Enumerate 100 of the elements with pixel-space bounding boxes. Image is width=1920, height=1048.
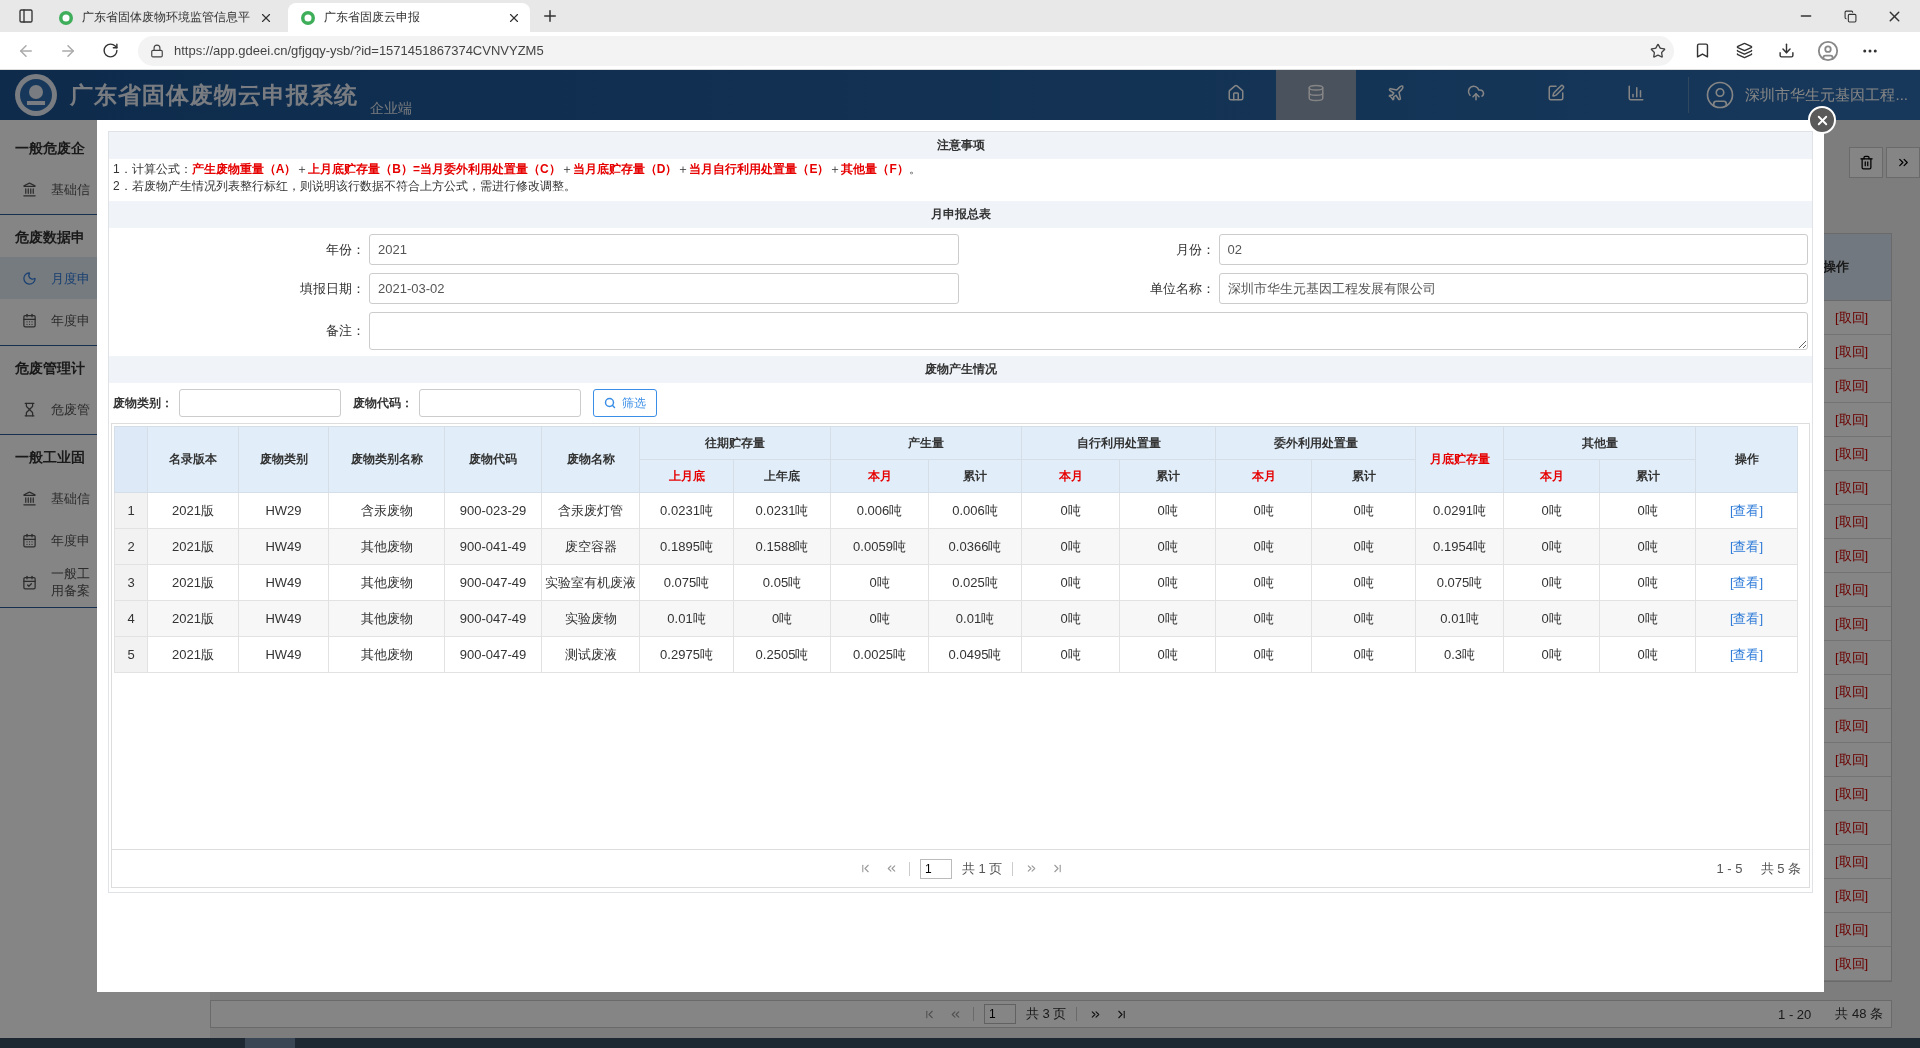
table-cell: 0.01吨 xyxy=(1415,600,1504,637)
table-cell: 900-047-49 xyxy=(444,564,542,601)
column-header: 本月 xyxy=(830,459,929,493)
table-cell: 0吨 xyxy=(1503,600,1600,637)
table-cell: 测试废液 xyxy=(541,636,640,673)
field-label: 填报日期： xyxy=(299,279,365,298)
column-header: 累计 xyxy=(1311,459,1416,493)
sidebar-group-title: 危废管理计 xyxy=(14,359,86,378)
table-cell: 实验室有机废液 xyxy=(541,564,640,601)
filter-label: 废物类别： xyxy=(113,394,173,412)
table-cell: 0吨 xyxy=(1311,600,1416,637)
column-header: 上年底 xyxy=(733,459,831,493)
note-text: 1．计算公式：产生废物重量（A）＋上月底贮存量（B）=当月委外利用处置量（C）＋当月底贮存量（D）＋当月自行利用处置量（E）＋其他量（F）。 xyxy=(112,161,922,178)
table-cell: 0吨 xyxy=(1021,492,1120,529)
table-cell: 0吨 xyxy=(1215,600,1312,637)
page-count: 共 1 页 xyxy=(962,859,1003,878)
column-group-header: 自行利用处置量 xyxy=(1021,426,1216,460)
record-range: 1 - 20 xyxy=(1778,1006,1813,1022)
table-cell: 0吨 xyxy=(1119,564,1216,601)
table-cell: 0吨 xyxy=(1021,636,1120,673)
table-cell: 其他废物 xyxy=(328,600,445,637)
row-number: 4 xyxy=(114,600,148,637)
field-label: 备注： xyxy=(325,322,365,340)
sidebar-group-title: 一般危废企 xyxy=(14,139,86,158)
table-cell: 900-023-29 xyxy=(444,492,542,529)
column-header: 本月 xyxy=(1503,459,1600,493)
row-number: 5 xyxy=(114,636,148,673)
table-cell: 0.05吨 xyxy=(733,564,831,601)
table-cell: 0吨 xyxy=(830,564,929,601)
table-cell: 0吨 xyxy=(1599,636,1696,673)
table-cell: 0吨 xyxy=(1119,636,1216,673)
table-cell: 0吨 xyxy=(1119,600,1216,637)
record-total: 共 5 条 xyxy=(1760,859,1802,878)
table-cell: 0吨 xyxy=(1215,528,1312,565)
table-cell: 0.0025吨 xyxy=(830,636,929,673)
table-cell: 0.3吨 xyxy=(1415,636,1504,673)
column-header: 上月底 xyxy=(639,459,734,493)
table-cell: 0吨 xyxy=(1503,636,1600,673)
table-cell: 0吨 xyxy=(1311,636,1416,673)
table-cell: 2021版 xyxy=(147,636,239,673)
column-header: 本月 xyxy=(1215,459,1312,493)
table-cell: 0.025吨 xyxy=(928,564,1022,601)
table-cell: 0.01吨 xyxy=(639,600,734,637)
column-header: 废物类别 xyxy=(238,426,329,493)
table-cell: 0.01吨 xyxy=(928,600,1022,637)
column-header: 废物名称 xyxy=(541,426,640,493)
record-range: 1 - 5 xyxy=(1716,861,1744,876)
table-cell: 其他废物 xyxy=(328,636,445,673)
column-header: 累计 xyxy=(928,459,1022,493)
table-cell: 2021版 xyxy=(147,564,239,601)
table-cell: 0.0291吨 xyxy=(1415,492,1504,529)
column-header: 操作 xyxy=(1695,426,1798,493)
field-label: 单位名称： xyxy=(1148,279,1215,298)
table-cell: 0吨 xyxy=(1311,528,1416,565)
table-cell: 其他废物 xyxy=(328,528,445,565)
sidebar-group-title: 一般工业固 xyxy=(14,448,86,467)
column-header: 累计 xyxy=(1119,459,1216,493)
sidebar-item-label: 基础信 xyxy=(51,180,90,198)
record-total: 共 48 条 xyxy=(1835,1005,1884,1023)
sidebar-item-label: 月度申 xyxy=(51,269,90,287)
sidebar-item-label: 年度申 xyxy=(51,311,90,329)
app-title: 广东省固体废物云申报系统 xyxy=(70,80,358,110)
table-cell: 0.1588吨 xyxy=(733,528,831,565)
table-cell: 0吨 xyxy=(1599,600,1696,637)
table-cell: 0吨 xyxy=(1215,492,1312,529)
column-header: 废物类别名称 xyxy=(328,426,445,493)
section-title: 废物产生情况 xyxy=(109,356,1812,383)
table-cell: 0吨 xyxy=(1503,564,1600,601)
table-cell: 0.006吨 xyxy=(830,492,929,529)
column-group-header: 产生量 xyxy=(830,426,1022,460)
table-cell: 0.0231吨 xyxy=(639,492,734,529)
table-cell: 废空容器 xyxy=(541,528,640,565)
row-number: 1 xyxy=(114,492,148,529)
column-group-header: 其他量 xyxy=(1503,426,1696,460)
sidebar-item-label: 年度申 xyxy=(51,531,90,549)
section-title: 月申报总表 xyxy=(109,201,1812,228)
sidebar-item-label: 基础信 xyxy=(51,489,90,507)
column-header: 废物代码 xyxy=(444,426,542,493)
table-cell: 其他废物 xyxy=(328,564,445,601)
table-cell: HW49 xyxy=(238,636,329,673)
sidebar-item-label: 危废管 xyxy=(51,400,90,418)
table-cell: 0.075吨 xyxy=(639,564,734,601)
table-cell: 0.0366吨 xyxy=(928,528,1022,565)
table-cell: 0.0059吨 xyxy=(830,528,929,565)
table-cell: 0.1895吨 xyxy=(639,528,734,565)
column-header: 操作 xyxy=(1822,258,1850,276)
table-cell: 0吨 xyxy=(830,600,929,637)
table-cell: 0吨 xyxy=(1021,528,1120,565)
table-cell: 0吨 xyxy=(1215,636,1312,673)
table-cell: 0吨 xyxy=(1021,564,1120,601)
row-number: 2 xyxy=(114,528,148,565)
sidebar-group-title: 危废数据申 xyxy=(14,228,86,247)
field-label: 年份： xyxy=(325,240,365,259)
table-cell: 0.0495吨 xyxy=(928,636,1022,673)
table-cell: 0.1954吨 xyxy=(1415,528,1504,565)
column-header: 本月 xyxy=(1021,459,1120,493)
table-cell: 2021版 xyxy=(147,492,239,529)
table-cell: 0吨 xyxy=(1215,564,1312,601)
column-header: 月底贮存量 xyxy=(1415,426,1504,493)
table-cell: 0吨 xyxy=(733,600,831,637)
